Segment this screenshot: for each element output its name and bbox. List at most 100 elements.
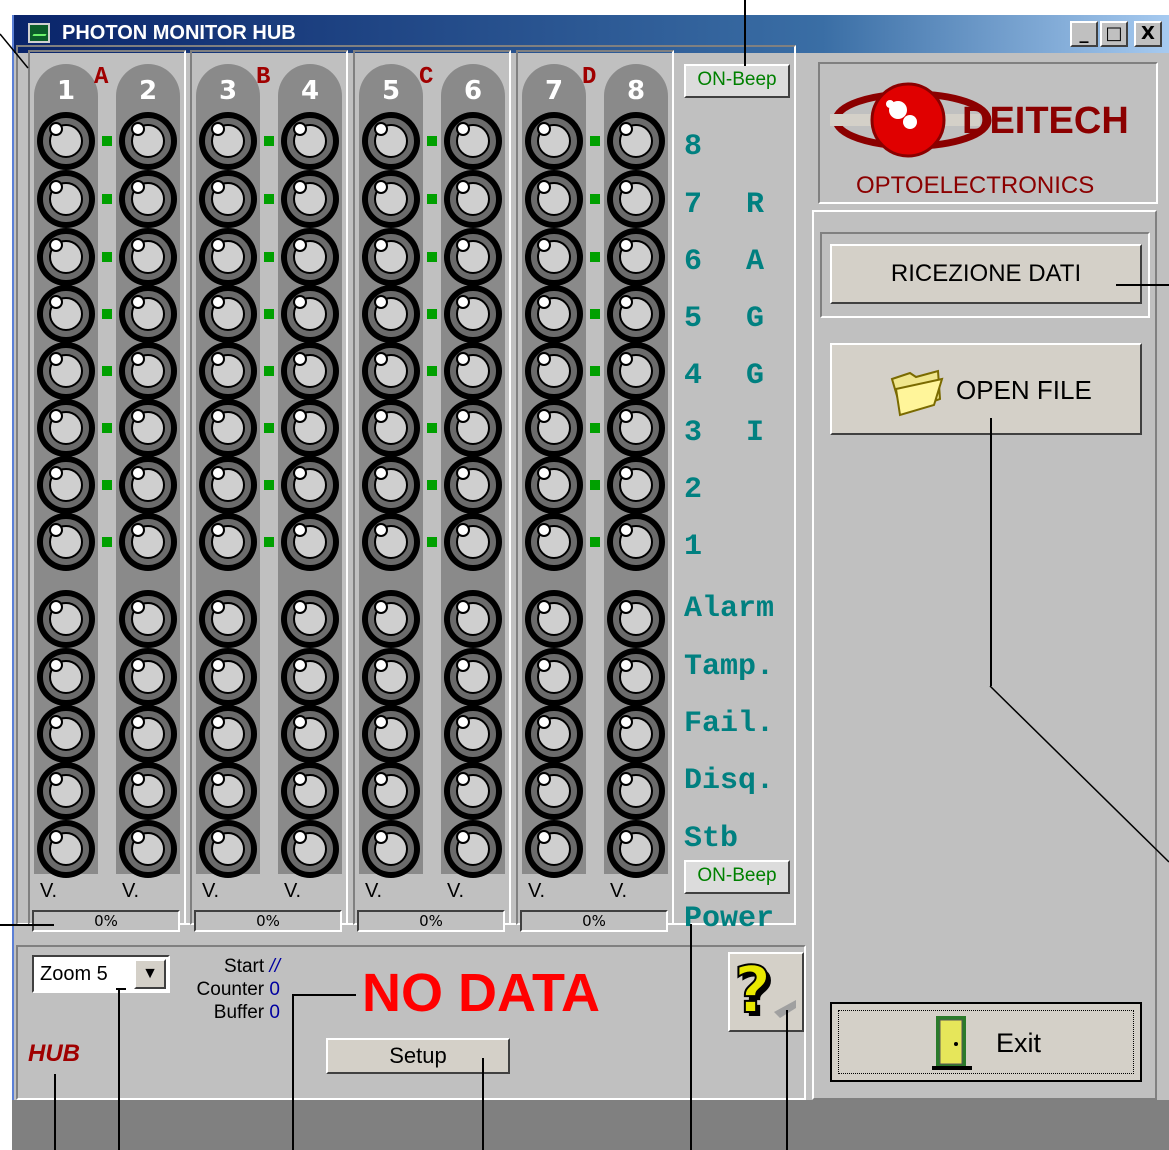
beam-led[interactable] (607, 705, 665, 763)
ricezione-dati-button[interactable]: RICEZIONE DATI (830, 244, 1142, 304)
beam-led[interactable] (37, 648, 95, 706)
beam-led[interactable] (119, 342, 177, 400)
beam-led[interactable] (444, 228, 502, 286)
help-button[interactable]: ? ? (728, 952, 804, 1032)
beam-led[interactable] (607, 228, 665, 286)
beam-led[interactable] (362, 456, 420, 514)
beam-led[interactable] (607, 285, 665, 343)
beam-led[interactable] (119, 762, 177, 820)
beam-led[interactable] (199, 590, 257, 648)
beam-led[interactable] (37, 456, 95, 514)
beam-led[interactable] (281, 705, 339, 763)
beam-led[interactable] (362, 285, 420, 343)
beam-led[interactable] (281, 228, 339, 286)
beam-led[interactable] (119, 456, 177, 514)
beam-led[interactable] (525, 285, 583, 343)
beam-led[interactable] (37, 112, 95, 170)
beam-led[interactable] (362, 228, 420, 286)
beam-led[interactable] (119, 705, 177, 763)
beam-led[interactable] (281, 820, 339, 878)
beam-led[interactable] (362, 705, 420, 763)
beam-led[interactable] (525, 456, 583, 514)
beam-led[interactable] (525, 228, 583, 286)
beam-led[interactable] (444, 285, 502, 343)
beep-toggle-top[interactable]: ON-Beep (684, 64, 790, 98)
beam-led[interactable] (525, 342, 583, 400)
beam-led[interactable] (199, 342, 257, 400)
beam-led[interactable] (525, 513, 583, 571)
beam-led[interactable] (281, 112, 339, 170)
beam-led[interactable] (281, 648, 339, 706)
beam-led[interactable] (37, 228, 95, 286)
beam-led[interactable] (199, 170, 257, 228)
beam-led[interactable] (199, 820, 257, 878)
beam-led[interactable] (607, 399, 665, 457)
beam-led[interactable] (199, 228, 257, 286)
beam-led[interactable] (37, 705, 95, 763)
beam-led[interactable] (37, 513, 95, 571)
beam-led[interactable] (281, 513, 339, 571)
beam-led[interactable] (37, 399, 95, 457)
beam-led[interactable] (444, 762, 502, 820)
beam-led[interactable] (362, 170, 420, 228)
beam-led[interactable] (444, 590, 502, 648)
beam-led[interactable] (281, 342, 339, 400)
beam-led[interactable] (362, 399, 420, 457)
beam-led[interactable] (199, 513, 257, 571)
beam-led[interactable] (444, 456, 502, 514)
beam-led[interactable] (607, 762, 665, 820)
beam-led[interactable] (444, 648, 502, 706)
beam-led[interactable] (119, 285, 177, 343)
beam-led[interactable] (525, 648, 583, 706)
beam-led[interactable] (37, 342, 95, 400)
beam-led[interactable] (444, 112, 502, 170)
beam-led[interactable] (119, 820, 177, 878)
beam-led[interactable] (119, 648, 177, 706)
beam-led[interactable] (444, 705, 502, 763)
beam-led[interactable] (119, 112, 177, 170)
beam-led[interactable] (362, 513, 420, 571)
beam-led[interactable] (199, 112, 257, 170)
beam-led[interactable] (362, 648, 420, 706)
beam-led[interactable] (37, 762, 95, 820)
beam-led[interactable] (525, 170, 583, 228)
beam-led[interactable] (525, 820, 583, 878)
beam-led[interactable] (607, 590, 665, 648)
beam-led[interactable] (281, 399, 339, 457)
beam-led[interactable] (119, 399, 177, 457)
zoom-select[interactable]: Zoom 5 ▼ (32, 955, 170, 993)
beam-led[interactable] (525, 590, 583, 648)
beam-led[interactable] (199, 399, 257, 457)
beam-led[interactable] (199, 705, 257, 763)
beam-led[interactable] (525, 762, 583, 820)
beam-led[interactable] (119, 228, 177, 286)
exit-button[interactable]: Exit (830, 1002, 1142, 1082)
beam-led[interactable] (362, 820, 420, 878)
beam-led[interactable] (119, 170, 177, 228)
beam-led[interactable] (444, 342, 502, 400)
beam-led[interactable] (525, 705, 583, 763)
close-button[interactable]: X (1134, 21, 1162, 47)
beam-led[interactable] (281, 590, 339, 648)
beam-led[interactable] (607, 648, 665, 706)
beam-led[interactable] (281, 285, 339, 343)
beam-led[interactable] (525, 399, 583, 457)
beam-led[interactable] (607, 820, 665, 878)
beam-led[interactable] (607, 112, 665, 170)
beam-led[interactable] (199, 648, 257, 706)
beam-led[interactable] (199, 762, 257, 820)
beam-led[interactable] (37, 590, 95, 648)
beam-led[interactable] (444, 170, 502, 228)
beam-led[interactable] (525, 112, 583, 170)
beam-led[interactable] (37, 285, 95, 343)
beep-toggle-bottom[interactable]: ON-Beep (684, 860, 790, 894)
beam-led[interactable] (607, 170, 665, 228)
maximize-button[interactable]: □ (1100, 21, 1128, 47)
beam-led[interactable] (607, 342, 665, 400)
minimize-button[interactable]: _ (1070, 21, 1098, 47)
beam-led[interactable] (607, 513, 665, 571)
chevron-down-icon[interactable]: ▼ (134, 959, 166, 989)
beam-led[interactable] (199, 456, 257, 514)
beam-led[interactable] (37, 820, 95, 878)
beam-led[interactable] (444, 513, 502, 571)
